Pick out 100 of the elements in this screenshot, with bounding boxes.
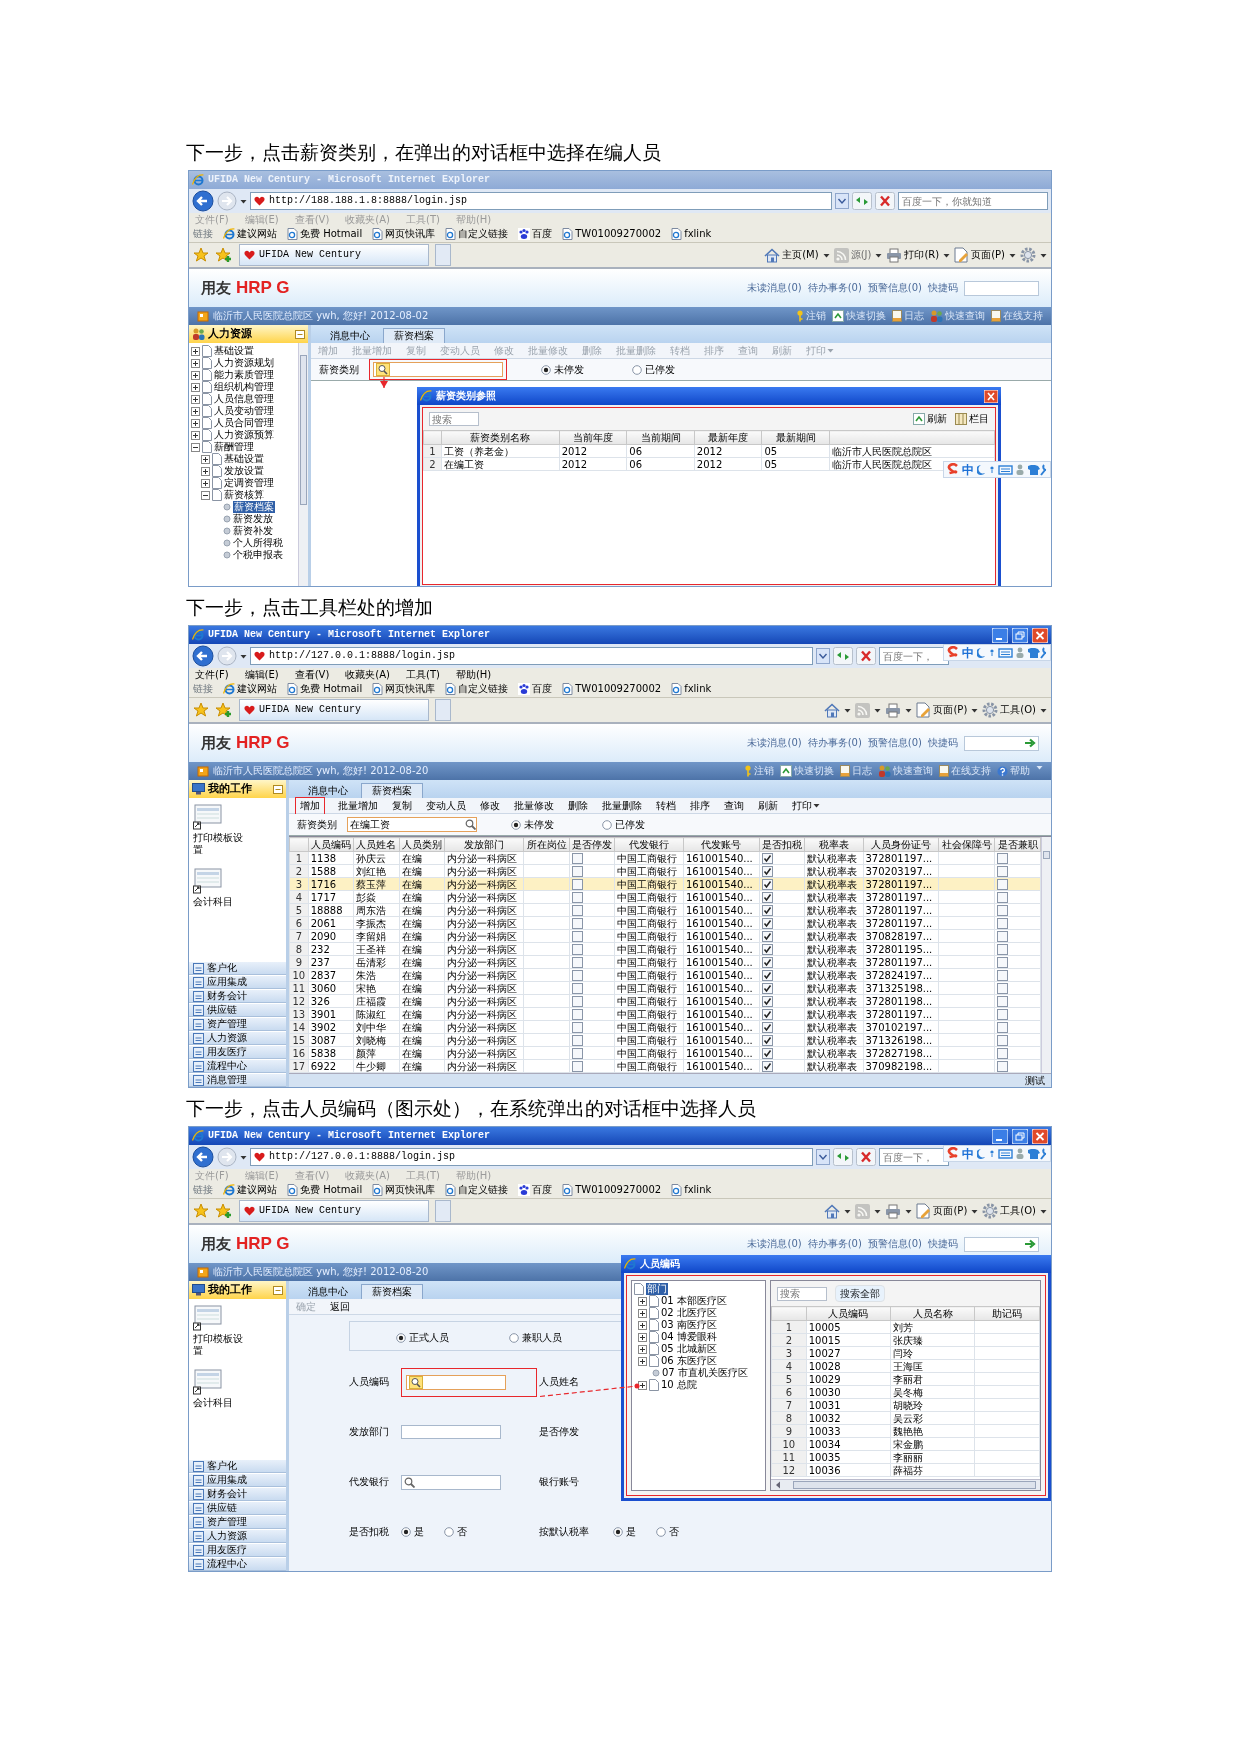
module-item[interactable]: 应用集成	[189, 1473, 286, 1487]
address-field[interactable]: http://188.188.1.8:8888/login.jsp	[250, 192, 832, 210]
tree-item[interactable]: 人员合同管理	[214, 417, 274, 429]
module-label[interactable]: 用友医疗	[207, 1046, 247, 1058]
checkbox[interactable]	[997, 969, 1009, 981]
tab[interactable]: 薪资档案	[383, 328, 445, 343]
checkbox[interactable]	[761, 969, 773, 981]
expand-icon[interactable]	[638, 1308, 647, 1318]
address-field[interactable]: http://127.0.0.1:8888/login.jsp	[250, 1148, 813, 1166]
refresh-button[interactable]: 刷新	[913, 413, 947, 425]
checkbox[interactable]	[997, 917, 1009, 929]
info-action-link[interactable]: 日志	[840, 765, 872, 777]
checkbox[interactable]	[571, 956, 583, 968]
history-dropdown[interactable]	[240, 198, 247, 204]
tree-item[interactable]: 发放设置	[224, 465, 264, 477]
module-label[interactable]: 流程中心	[207, 1558, 247, 1570]
header-link[interactable]: 快捷码	[928, 1238, 958, 1250]
dropdown-arrow[interactable]	[905, 707, 913, 713]
add-favorite-icon[interactable]	[215, 247, 233, 263]
dropdown-arrow[interactable]	[822, 252, 830, 258]
close-button[interactable]	[1032, 1128, 1048, 1144]
checkbox[interactable]	[571, 865, 583, 877]
checkbox[interactable]	[571, 878, 583, 890]
column-header[interactable]: 是否停发	[569, 837, 615, 852]
link-item[interactable]: 免费 Hotmail	[287, 683, 363, 695]
checkbox[interactable]	[997, 891, 1009, 903]
module-label[interactable]: 人力资源	[207, 1032, 247, 1044]
go-arrow-icon[interactable]	[1024, 1239, 1036, 1249]
table-row[interactable]: 12 326 庄福霞 在编 内分泌一科病区 中国工商银行 161001540... 默认税率表 372801198...	[289, 994, 1041, 1008]
checkbox[interactable]	[761, 982, 773, 994]
expand-icon[interactable]	[191, 430, 200, 440]
favorites-icon[interactable]	[193, 247, 209, 263]
module-item[interactable]: 供应链	[189, 1003, 286, 1017]
tree-item[interactable]: 03 南医疗区	[661, 1319, 717, 1331]
browser-tab[interactable]: UFIDA New Century	[239, 699, 429, 721]
module-item[interactable]: 用友医疗	[189, 1543, 286, 1557]
checkbox[interactable]	[761, 930, 773, 942]
menu-item[interactable]: 查看(V)	[294, 669, 330, 681]
header-link[interactable]: 待办事务(0)	[807, 282, 862, 294]
home-button[interactable]	[824, 1203, 841, 1219]
browser-tab[interactable]: UFIDA New Century	[239, 244, 429, 266]
checkbox[interactable]	[761, 865, 773, 877]
checkbox[interactable]	[761, 904, 773, 916]
scrollbar[interactable]	[298, 343, 308, 586]
tab[interactable]: 消息中心	[319, 328, 381, 343]
link-item[interactable]: 网页快讯库	[372, 683, 436, 695]
link-item[interactable]: fxlink	[671, 228, 712, 240]
module-item[interactable]: 客户化	[189, 961, 286, 975]
tree-item[interactable]: 10 总院	[661, 1379, 697, 1391]
scrollbar[interactable]	[1041, 837, 1051, 1073]
tree-item[interactable]: 01 本部医疗区	[661, 1295, 727, 1307]
link-item[interactable]: TW01009270002	[562, 228, 662, 240]
go-arrow-icon[interactable]	[1024, 738, 1036, 748]
module-label[interactable]: 用友医疗	[207, 1544, 247, 1556]
caret-icon[interactable]	[1036, 765, 1043, 770]
column-header[interactable]: 是否扣税	[759, 837, 805, 852]
tree-item[interactable]: 基础设置	[214, 345, 254, 357]
column-header[interactable]: 人员身份证号	[863, 837, 939, 852]
checkbox[interactable]	[571, 904, 583, 916]
tree-item[interactable]: 薪资档案	[233, 501, 275, 513]
search-field[interactable]: 搜索	[777, 1286, 827, 1301]
column-header[interactable]: 人员类别	[399, 837, 445, 852]
link-item[interactable]: 自定义链接	[445, 683, 509, 695]
tab[interactable]: 消息中心	[297, 783, 359, 798]
tree-item[interactable]: 组织机构管理	[214, 381, 274, 393]
expand-icon[interactable]	[201, 466, 210, 476]
home-button[interactable]	[824, 702, 841, 718]
menu-item[interactable]: 工具(T)	[406, 669, 440, 681]
module-label[interactable]: 客户化	[207, 1460, 237, 1472]
module-label[interactable]: 流程中心	[207, 1060, 247, 1072]
minimize-button[interactable]	[992, 1128, 1008, 1144]
module-label[interactable]: 应用集成	[207, 1474, 247, 1486]
header-link[interactable]: 预警信息(0)	[867, 1238, 922, 1250]
table-row[interactable]: 17 6922 牛少卿 在编 内分泌一科病区 中国工商银行 161001540... 默认税率表 370982198...	[289, 1059, 1041, 1073]
tree-item[interactable]: 人员信息管理	[214, 393, 274, 405]
page-button[interactable]: 页面(P)	[916, 702, 968, 718]
shortcut-label[interactable]: 打印模板设置	[193, 1333, 249, 1357]
back-button[interactable]	[192, 645, 214, 667]
column-header[interactable]: 人员编码	[806, 1306, 891, 1321]
dropdown-arrow[interactable]	[971, 1208, 979, 1214]
module-item[interactable]: 消息管理	[189, 1073, 286, 1087]
collapse-icon[interactable]	[191, 442, 200, 452]
search-field[interactable]: 百度一下，你就知道	[898, 192, 1048, 210]
link-item[interactable]: 网页快讯库	[372, 228, 436, 240]
checkbox[interactable]	[997, 1034, 1009, 1046]
stop-button[interactable]	[875, 192, 895, 210]
category-field[interactable]: 在编工资	[347, 817, 477, 832]
toolbar-button[interactable]: 复制	[391, 799, 413, 812]
checkbox[interactable]	[571, 1008, 583, 1020]
module-item[interactable]: 流程中心	[189, 1557, 286, 1571]
toolbar-button[interactable]: 批量修改	[513, 799, 555, 812]
checkbox[interactable]	[571, 1060, 583, 1072]
checkbox[interactable]	[997, 1047, 1009, 1059]
checkbox[interactable]	[761, 995, 773, 1007]
restore-button[interactable]	[1012, 627, 1028, 643]
radio-button[interactable]	[541, 364, 551, 375]
column-header[interactable]: 人员姓名	[353, 837, 400, 852]
column-header[interactable]: 人员名称	[890, 1306, 975, 1321]
table-row[interactable]: 8 232 王圣祥 在编 内分泌一科病区 中国工商银行 161001540... 默认税率表 372801195...	[289, 942, 1041, 956]
expand-icon[interactable]	[191, 346, 200, 356]
